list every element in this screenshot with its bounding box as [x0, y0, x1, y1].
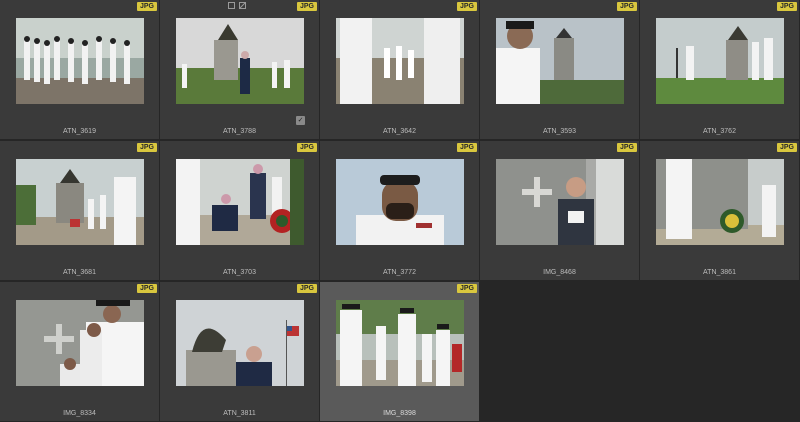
thumbnail-filename: ATN_3811 — [223, 410, 256, 417]
thumbnail-filename: ATN_3593 — [543, 128, 576, 135]
thumbnail-image[interactable] — [176, 159, 304, 245]
thumbnail-filename: IMG_8334 — [63, 410, 96, 417]
file-type-badge: JPG — [616, 143, 637, 152]
thumbnail-cell[interactable]: JPG ATN_3642 — [320, 0, 479, 139]
thumbnail-filename: IMG_8398 — [383, 410, 416, 417]
thumbnail-filename: ATN_3619 — [63, 128, 96, 135]
thumbnail-cell[interactable]: JPG ATN_3703 — [160, 141, 319, 280]
thumbnail-filename: ATN_3861 — [703, 269, 736, 276]
thumbnail-image[interactable] — [16, 159, 144, 245]
file-type-badge: JPG — [456, 143, 477, 152]
file-type-badge: JPG — [776, 143, 797, 152]
thumbnail-cell[interactable]: JPG ATN_3762 — [640, 0, 799, 139]
thumbnail-filename: ATN_3762 — [703, 128, 736, 135]
file-type-badge: JPG — [136, 143, 157, 152]
thumbnail-cell[interactable]: JPG ATN_3772 — [320, 141, 479, 280]
thumbnail-image[interactable] — [336, 18, 464, 104]
thumbnail-filename: IMG_8468 — [543, 269, 576, 276]
file-type-badge: JPG — [776, 2, 797, 11]
checkmark-icon[interactable]: ✓ — [296, 116, 305, 125]
file-type-badge: JPG — [136, 2, 157, 11]
file-type-badge: JPG — [456, 284, 477, 293]
thumbnail-cell[interactable]: JPG ATN_3788 ✓ — [160, 0, 319, 139]
thumbnail-cell[interactable]: JPG IMG_8468 — [480, 141, 639, 280]
frame-icon[interactable] — [228, 2, 235, 9]
file-type-badge: JPG — [616, 2, 637, 11]
thumbnail-filename: ATN_3703 — [223, 269, 256, 276]
thumbnail-filename: ATN_3788 — [223, 128, 256, 135]
file-type-badge: JPG — [296, 143, 317, 152]
thumbnail-image[interactable] — [16, 18, 144, 104]
edit-icon[interactable] — [239, 2, 246, 9]
file-type-badge: JPG — [296, 284, 317, 293]
thumbnail-cell[interactable]: JPG ATN_3681 — [0, 141, 159, 280]
thumbnail-cell[interactable]: JPG ATN_3593 — [480, 0, 639, 139]
thumbnail-filename: ATN_3642 — [383, 128, 416, 135]
thumbnail-cell[interactable]: JPG ATN_3619 — [0, 0, 159, 139]
thumbnail-image[interactable] — [176, 18, 304, 104]
thumbnail-image[interactable] — [496, 18, 624, 104]
file-type-badge: JPG — [456, 2, 477, 11]
file-type-badge: JPG — [136, 284, 157, 293]
thumbnail-filename: ATN_3681 — [63, 269, 96, 276]
thumbnail-image[interactable] — [176, 300, 304, 386]
thumbnail-cell[interactable]: JPG ATN_3811 — [160, 282, 319, 421]
thumbnail-image[interactable] — [656, 18, 784, 104]
thumbnail-filename: ATN_3772 — [383, 269, 416, 276]
thumbnail-image[interactable] — [496, 159, 624, 245]
thumbnail-image[interactable] — [336, 159, 464, 245]
thumbnail-cell[interactable]: JPG IMG_8398 — [320, 282, 479, 421]
thumbnail-grid: JPG ATN_3619 JPG ATN_3788 ✓ JPG ATN_3642 JPG… — [0, 0, 800, 422]
thumbnail-image[interactable] — [336, 300, 464, 386]
thumbnail-image[interactable] — [656, 159, 784, 245]
file-type-badge: JPG — [296, 2, 317, 11]
thumbnail-image[interactable] — [16, 300, 144, 386]
thumbnail-cell[interactable]: JPG IMG_8334 — [0, 282, 159, 421]
thumbnail-cell[interactable]: JPG ATN_3861 — [640, 141, 799, 280]
